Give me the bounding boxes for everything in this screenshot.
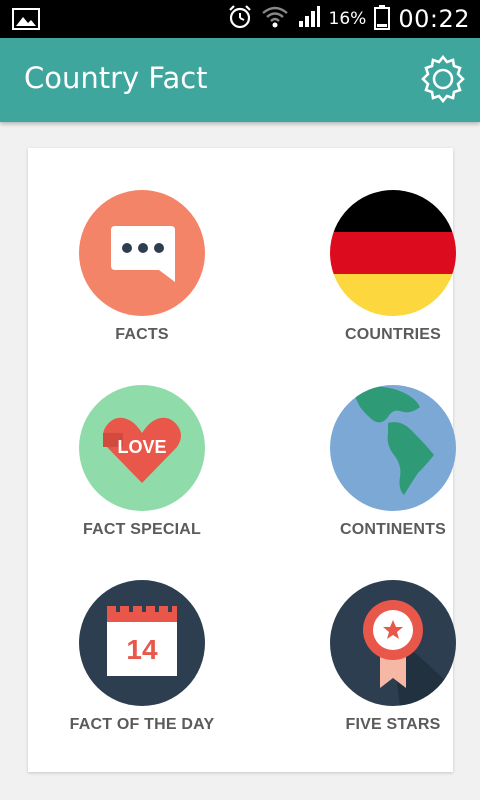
- continents-tile[interactable]: CONTINENTS: [293, 385, 480, 565]
- wifi-icon: [261, 4, 289, 35]
- image-icon: [12, 7, 40, 36]
- status-bar: 16% 00:22: [0, 0, 480, 38]
- signal-icon: [297, 5, 321, 34]
- award-ribbon-icon: [330, 580, 456, 706]
- menu-card: FACTS COUNTRIES LOVE FACT SPECIAL CONTIN…: [28, 148, 456, 772]
- chat-bubble-icon: [79, 190, 205, 316]
- fact-of-the-day-tile[interactable]: 14 FACT OF THE DAY: [42, 580, 242, 760]
- calendar-icon: 14: [79, 580, 205, 706]
- battery-percent: 16%: [328, 9, 367, 29]
- fact-special-label: FACT SPECIAL: [83, 521, 201, 538]
- facts-tile[interactable]: FACTS: [42, 190, 242, 370]
- five-stars-tile[interactable]: FIVE STARS: [293, 580, 480, 760]
- app-title: Country Fact: [24, 61, 208, 95]
- clock: 00:22: [398, 5, 470, 33]
- fact-special-tile[interactable]: LOVE FACT SPECIAL: [42, 385, 242, 565]
- gear-icon: [421, 54, 465, 104]
- love-heart-icon: LOVE: [79, 385, 205, 511]
- continents-label: CONTINENTS: [340, 521, 446, 538]
- calendar-day: 14: [126, 634, 158, 665]
- svg-text:LOVE: LOVE: [117, 437, 166, 457]
- battery-icon: [374, 4, 391, 35]
- alarm-icon: [227, 4, 253, 35]
- app-bar: Country Fact: [0, 38, 480, 122]
- germany-flag-icon: [330, 190, 456, 316]
- countries-label: COUNTRIES: [344, 326, 442, 343]
- countries-tile[interactable]: COUNTRIES: [293, 190, 480, 370]
- five-stars-label: FIVE STARS: [345, 716, 441, 733]
- settings-button[interactable]: [418, 54, 468, 104]
- fact-of-the-day-label: FACT OF THE DAY: [69, 716, 215, 733]
- facts-label: FACTS: [115, 326, 169, 343]
- globe-icon: [330, 385, 456, 511]
